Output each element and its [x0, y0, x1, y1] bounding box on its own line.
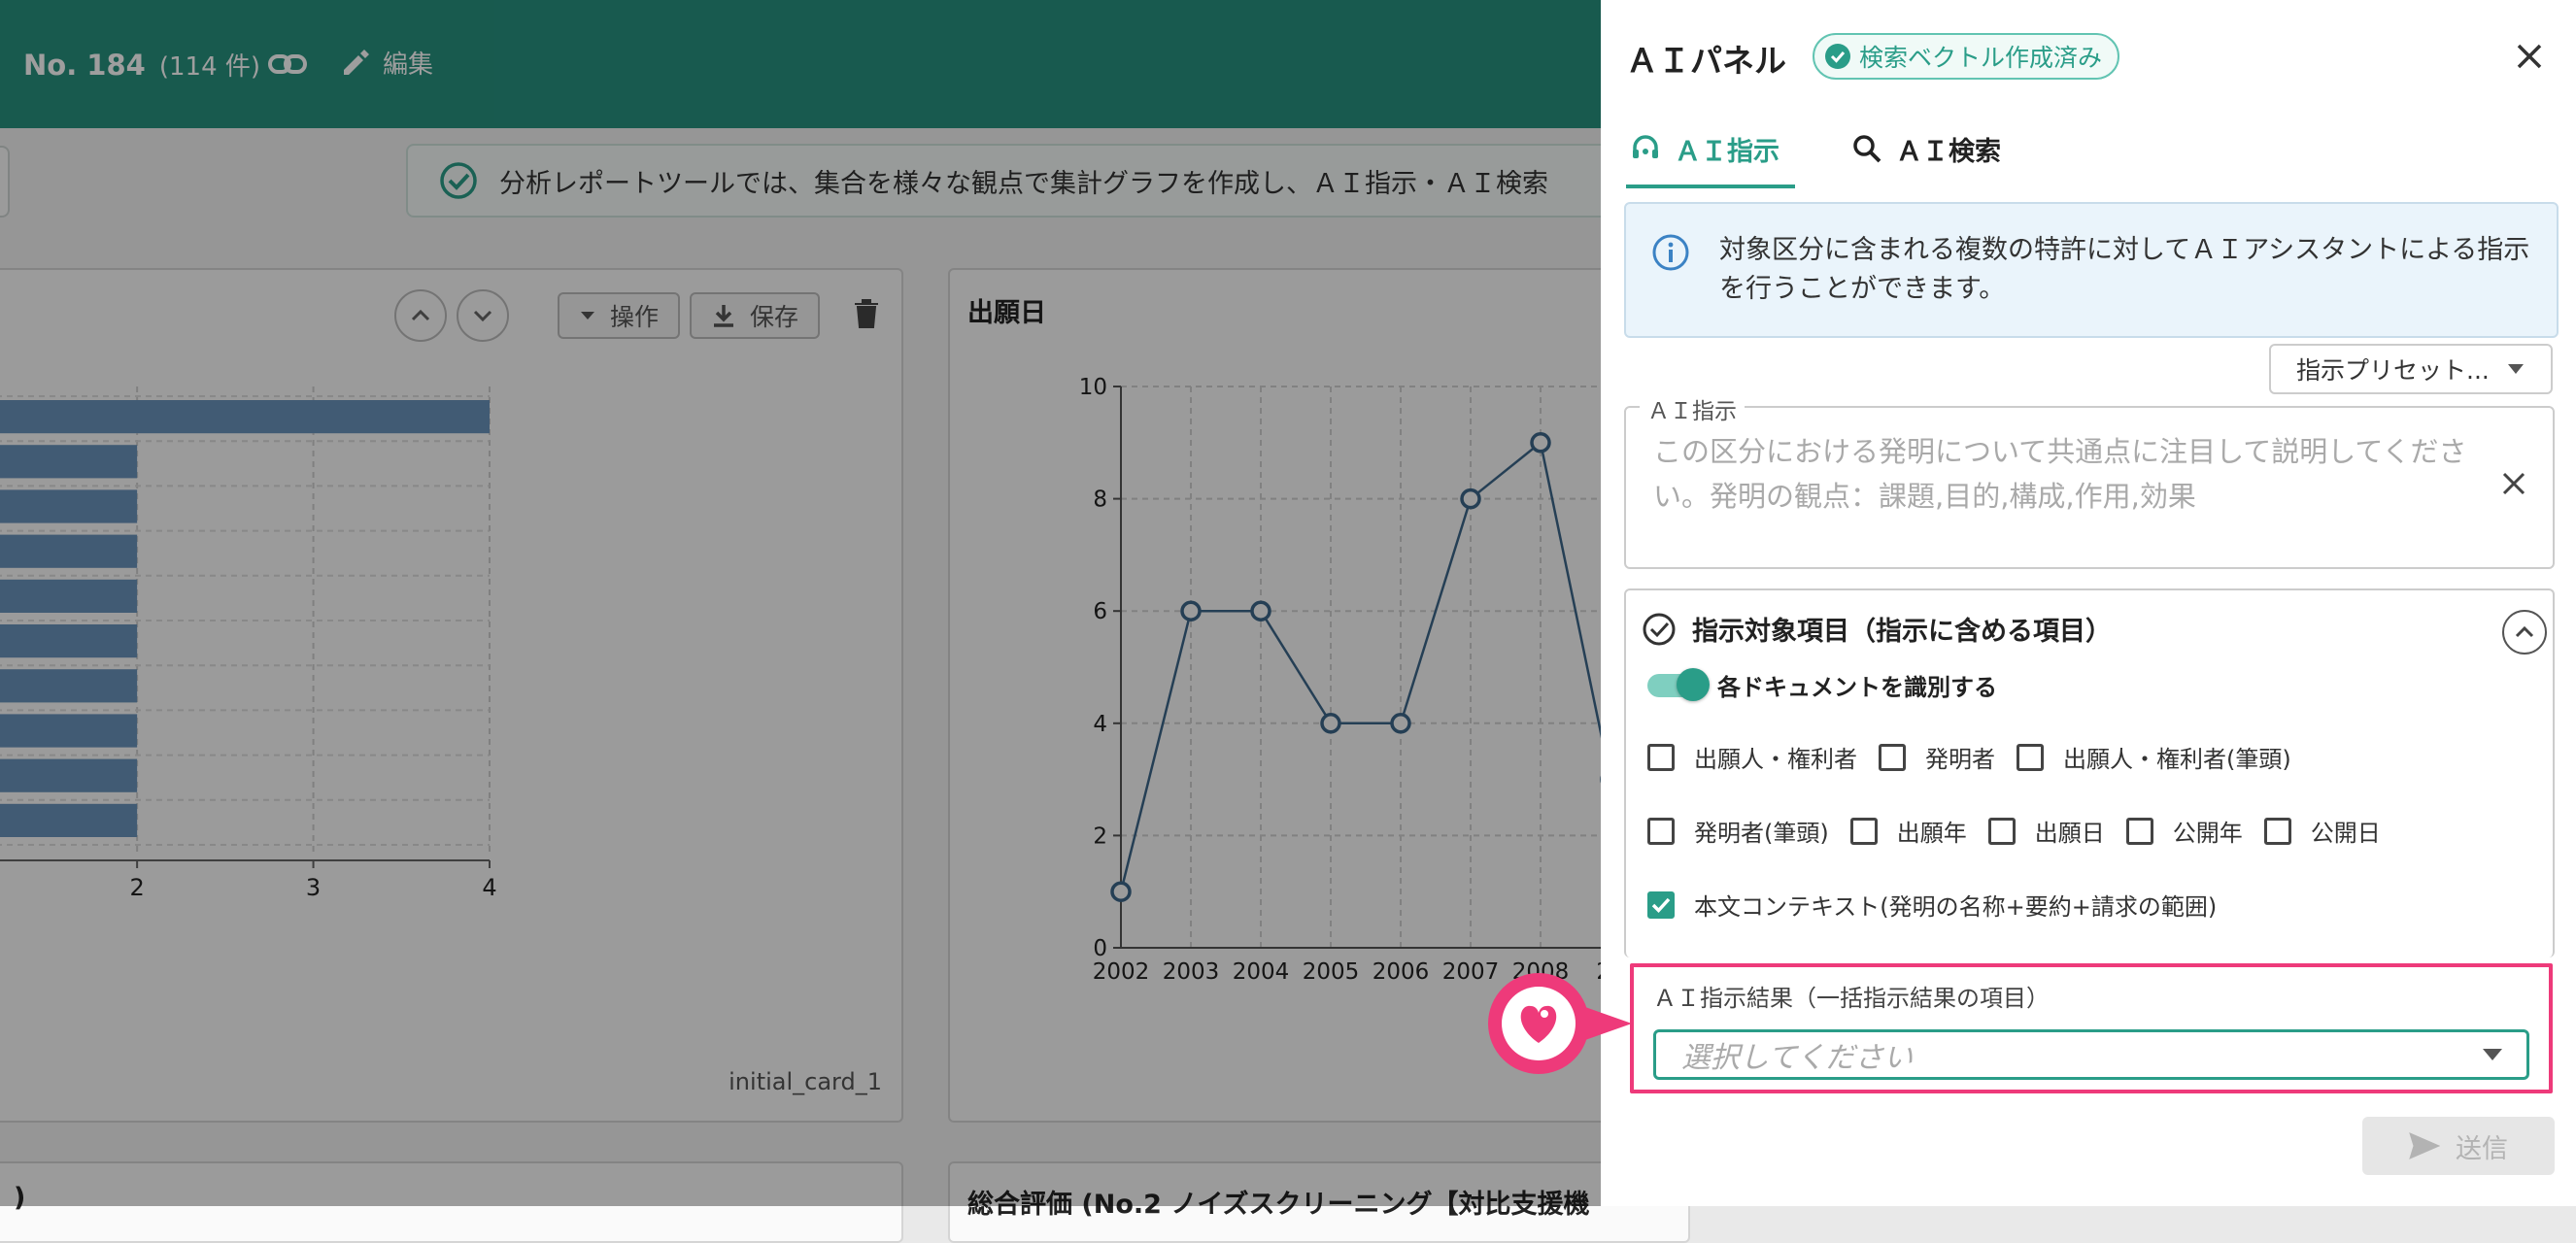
close-panel-button[interactable] — [2510, 37, 2549, 76]
checkbox-label: 本文コンテキスト(発明の名称+要約+請求の範囲) — [1694, 893, 2218, 921]
send-icon — [2409, 1132, 2440, 1159]
info-text: 対象区分に含まれる複数の特許に対してＡＩアシスタントによる指示を行うことができま… — [1719, 235, 2530, 304]
checkbox-label: 公開日 — [2310, 820, 2381, 847]
checkbox-publication-year[interactable]: 公開年 — [2125, 814, 2243, 848]
tab-ai-instruction[interactable]: ＡＩ指示 — [1626, 113, 1795, 188]
ai-result-field: ＡＩ指示結果（一括指示結果の項目） 選択してください — [1630, 963, 2553, 1093]
checkbox-label: 公開年 — [2172, 820, 2243, 847]
panel-title: ＡＩパネル — [1626, 42, 1786, 80]
check-icon — [1651, 897, 1671, 913]
badge-label: 検索ベクトル作成済み — [1859, 44, 2103, 72]
checkbox-row: 本文コンテキスト(発明の名称+要約+請求の範囲) — [1647, 888, 2238, 922]
select-placeholder: 選択してください — [1681, 1041, 1914, 1075]
caret-down-icon — [2483, 1049, 2502, 1060]
instruction-preset-dropdown[interactable]: 指示プリセット... — [2269, 344, 2553, 394]
assistant-headset-icon — [1633, 135, 1658, 158]
chevron-up-icon — [2515, 625, 2534, 638]
clear-text-icon[interactable] — [2500, 470, 2527, 501]
checkbox-body-context[interactable]: 本文コンテキスト(発明の名称+要約+請求の範囲) — [1647, 888, 2217, 922]
checkbox-label: 発明者(筆頭) — [1694, 820, 1829, 847]
tab-label: ＡＩ検索 — [1896, 136, 2001, 167]
checkbox-first-applicant[interactable]: 出願人・権利者(筆頭) — [2017, 740, 2291, 774]
send-label: 送信 — [2456, 1133, 2508, 1164]
info-icon — [1651, 233, 1690, 276]
tutorial-pointer-icon — [1488, 973, 1632, 1074]
checkbox-row: 出願人・権利者 発明者 出願人・権利者(筆頭) — [1647, 740, 2313, 774]
vector-status-badge: 検索ベクトル作成済み — [1813, 33, 2120, 80]
checkbox-first-inventor[interactable]: 発明者(筆頭) — [1647, 814, 1829, 848]
checkbox-publication-date[interactable]: 公開日 — [2263, 814, 2381, 848]
checkbox-label: 発明者 — [1925, 746, 1995, 773]
toggle-label: 各ドキュメントを識別する — [1717, 674, 1997, 701]
ai-instruction-field[interactable]: ＡＩ指示 この区分における発明について共通点に注目して説明してください。発明の観… — [1624, 392, 2555, 569]
search-icon — [1853, 135, 1881, 163]
instruction-target-section: 指示対象項目（指示に含める項目） 各ドキュメントを識別する 出願人・権利者 発明… — [1624, 588, 2555, 957]
checkbox-label: 出願年 — [1896, 820, 1967, 847]
info-box: 対象区分に含まれる複数の特許に対してＡＩアシスタントによる指示を行うことができま… — [1624, 202, 2559, 338]
toggle-switch[interactable] — [1647, 667, 1710, 701]
tab-ai-search[interactable]: ＡＩ検索 — [1851, 113, 2001, 185]
checkbox-inventor[interactable]: 発明者 — [1879, 740, 1995, 774]
result-select[interactable]: 選択してください — [1653, 1029, 2529, 1080]
checkbox-applicant[interactable]: 出願人・権利者 — [1647, 740, 1857, 774]
checkbox-row: 発明者(筆頭) 出願年 出願日 公開年 公開日 — [1647, 814, 2402, 848]
send-button[interactable]: 送信 — [2362, 1117, 2555, 1175]
result-label: ＡＩ指示結果（一括指示結果の項目） — [1653, 985, 2050, 1012]
collapse-section-button[interactable] — [2502, 610, 2547, 655]
identify-documents-toggle[interactable]: 各ドキュメントを識別する — [1647, 667, 1997, 702]
instruction-placeholder[interactable]: この区分における発明について共通点に注目して説明してください。発明の観点：課題,… — [1653, 429, 2469, 519]
tab-label: ＡＩ指示 — [1675, 136, 1779, 167]
checkbox-filing-year[interactable]: 出願年 — [1849, 814, 1967, 848]
preset-label: 指示プリセット... — [2296, 356, 2490, 385]
checkbox-label: 出願人・権利者 — [1694, 746, 1857, 773]
check-circle-filled-icon — [1825, 44, 1850, 69]
checked-box[interactable] — [1647, 890, 1675, 919]
close-icon — [2517, 44, 2542, 69]
modal-backdrop[interactable] — [0, 0, 1601, 1206]
section-title: 指示対象項目（指示に含める項目） — [1692, 617, 2112, 647]
panel-tabs: ＡＩ指示 ＡＩ検索 — [1626, 113, 2559, 188]
section-header: 指示対象項目（指示に含める項目） — [1642, 610, 2112, 648]
field-legend: ＡＩ指示 — [1640, 392, 1745, 425]
checkbox-label: 出願人・権利者(筆頭) — [2063, 746, 2291, 773]
checkbox-label: 出願日 — [2034, 820, 2105, 847]
ai-panel: ＡＩパネル 検索ベクトル作成済み ＡＩ指示 ＡＩ検索 対象区分に含まれる複数の特… — [1601, 0, 2576, 1206]
check-circle-icon — [1643, 613, 1676, 645]
caret-down-icon — [2507, 364, 2524, 374]
checkbox-filing-date[interactable]: 出願日 — [1987, 814, 2105, 848]
